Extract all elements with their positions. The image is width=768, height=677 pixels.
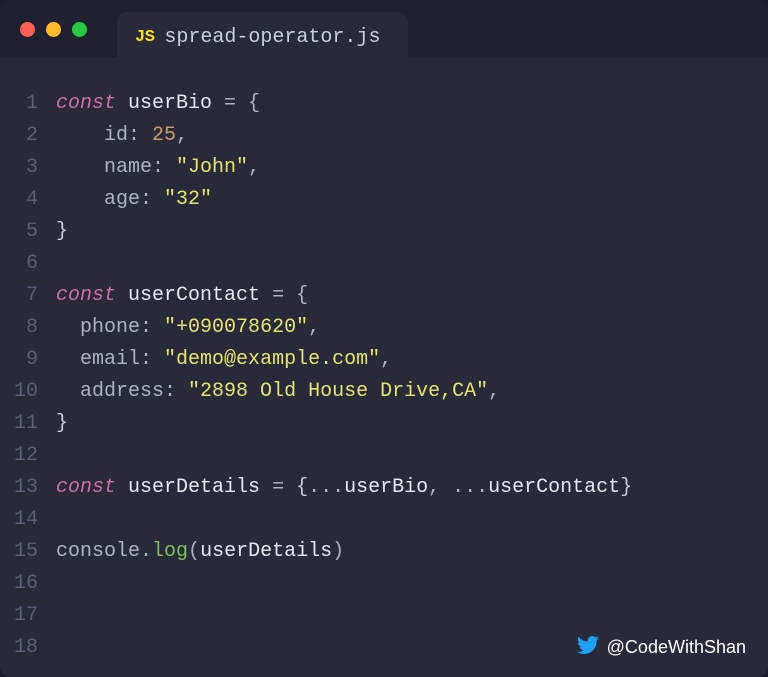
- line-number: 17: [0, 600, 38, 632]
- code-line: }: [56, 408, 768, 440]
- code-line: id: 25,: [56, 120, 768, 152]
- code-line: [56, 248, 768, 280]
- code-line: console.log(userDetails): [56, 536, 768, 568]
- code-line: [56, 600, 768, 632]
- close-window-button[interactable]: [20, 22, 35, 37]
- editor-window: JS spread-operator.js 123456789101112131…: [0, 0, 768, 677]
- code-line: [56, 504, 768, 536]
- attribution: @CodeWithShan: [577, 634, 746, 661]
- code-line: const userBio = {: [56, 88, 768, 120]
- maximize-window-button[interactable]: [72, 22, 87, 37]
- line-number: 5: [0, 216, 38, 248]
- line-number: 12: [0, 440, 38, 472]
- line-number: 7: [0, 280, 38, 312]
- code-line: age: "32": [56, 184, 768, 216]
- code-content[interactable]: const userBio = { id: 25, name: "John", …: [56, 88, 768, 677]
- line-number: 1: [0, 88, 38, 120]
- code-line: const userContact = {: [56, 280, 768, 312]
- code-line: email: "demo@example.com",: [56, 344, 768, 376]
- attribution-handle: @CodeWithShan: [607, 637, 746, 658]
- twitter-icon: [577, 634, 599, 661]
- code-line: address: "2898 Old House Drive,CA",: [56, 376, 768, 408]
- line-number: 13: [0, 472, 38, 504]
- minimize-window-button[interactable]: [46, 22, 61, 37]
- line-number: 11: [0, 408, 38, 440]
- code-line: [56, 568, 768, 600]
- code-line: [56, 440, 768, 472]
- line-number: 18: [0, 632, 38, 664]
- line-number: 2: [0, 120, 38, 152]
- line-number: 3: [0, 152, 38, 184]
- line-number: 4: [0, 184, 38, 216]
- line-number-gutter: 123456789101112131415161718: [0, 88, 56, 677]
- file-tab[interactable]: JS spread-operator.js: [117, 12, 408, 62]
- line-number: 15: [0, 536, 38, 568]
- js-file-icon: JS: [135, 28, 154, 47]
- traffic-lights: [20, 22, 87, 37]
- code-line: phone: "+090078620",: [56, 312, 768, 344]
- title-bar: JS spread-operator.js: [0, 0, 768, 58]
- code-line: const userDetails = {...userBio, ...user…: [56, 472, 768, 504]
- line-number: 16: [0, 568, 38, 600]
- line-number: 10: [0, 376, 38, 408]
- tab-filename: spread-operator.js: [164, 26, 380, 49]
- line-number: 14: [0, 504, 38, 536]
- code-line: name: "John",: [56, 152, 768, 184]
- code-editor[interactable]: 123456789101112131415161718 const userBi…: [0, 58, 768, 677]
- line-number: 8: [0, 312, 38, 344]
- code-line: }: [56, 216, 768, 248]
- line-number: 6: [0, 248, 38, 280]
- line-number: 9: [0, 344, 38, 376]
